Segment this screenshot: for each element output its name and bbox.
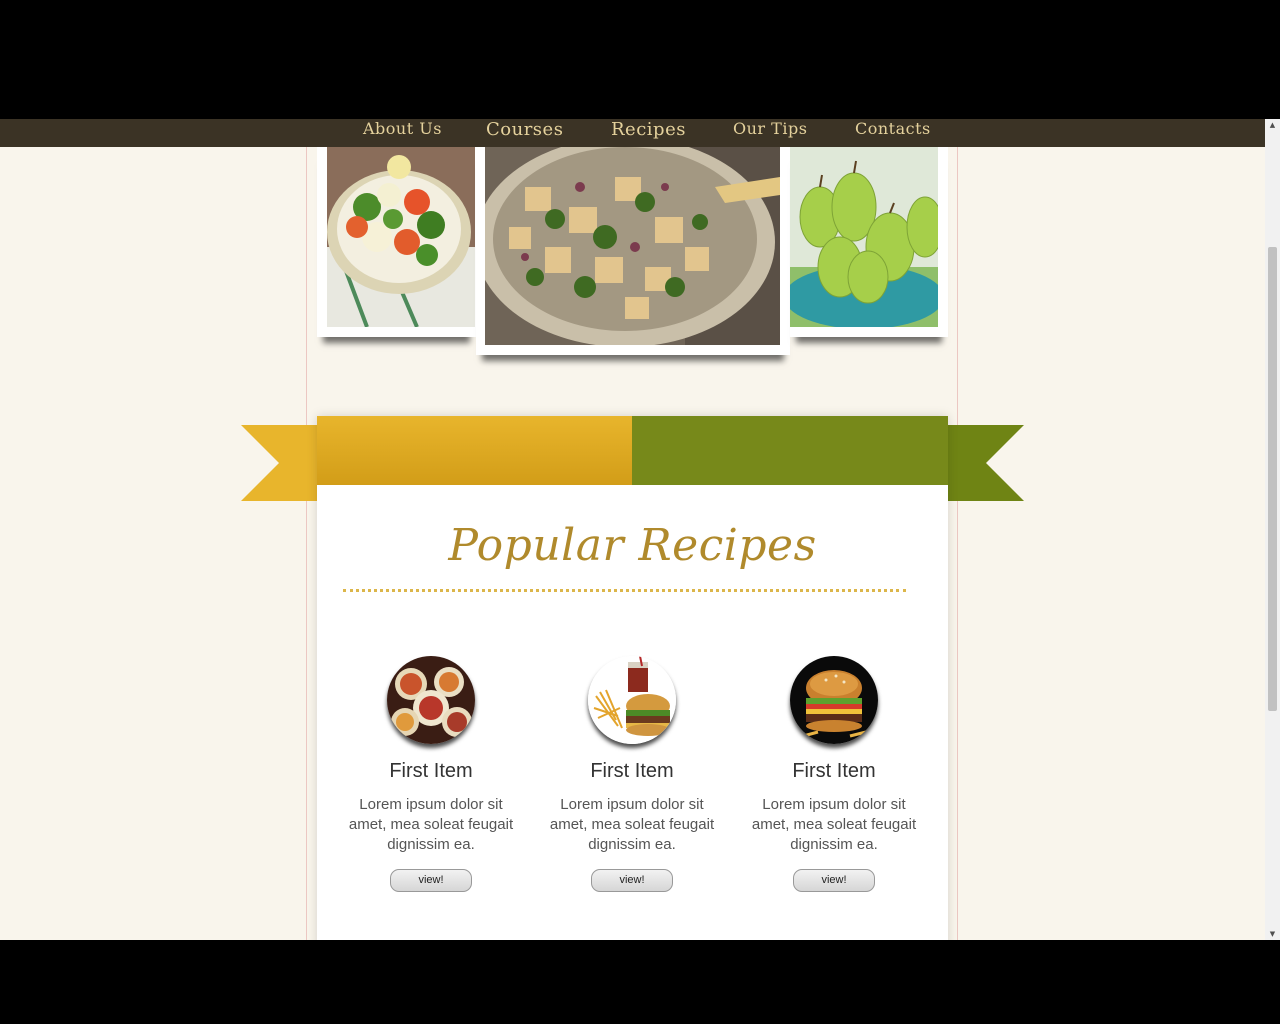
banner-green <box>632 416 948 485</box>
gallery-photo-vegetables[interactable] <box>317 147 476 337</box>
burger-fries-icon[interactable] <box>588 656 676 744</box>
popular-recipes-panel: Popular Recipes First Item Lorem ipsum d… <box>317 416 948 940</box>
top-nav: About Us Courses Recipes Our Tips Contac… <box>0 119 1265 147</box>
card-title: First Item <box>792 760 876 782</box>
gallery-photo-potato-salad[interactable] <box>476 147 790 355</box>
card-title: First Item <box>590 760 674 782</box>
recipe-card-2: First Item Lorem ipsum dolor sit amet, m… <box>537 656 727 892</box>
banner-gold <box>317 416 632 485</box>
seafood-platter-icon[interactable] <box>387 656 475 744</box>
nav-courses[interactable]: Courses <box>486 119 563 147</box>
cheeseburger-icon[interactable] <box>790 656 878 744</box>
browser-viewport: Popular Recipes First Item Lorem ipsum d… <box>0 119 1280 940</box>
view-button[interactable]: view! <box>591 869 673 892</box>
pears-bowl-image <box>790 147 938 327</box>
gallery-photo-pears[interactable] <box>790 147 948 337</box>
card-title: First Item <box>389 760 473 782</box>
section-title: Popular Recipes <box>448 520 817 571</box>
scroll-down-icon[interactable]: ▼ <box>1265 928 1280 940</box>
potato-salad-image <box>485 147 780 345</box>
recipe-card-3: First Item Lorem ipsum dolor sit amet, m… <box>739 656 929 892</box>
view-button[interactable]: view! <box>390 869 472 892</box>
card-description: Lorem ipsum dolor sit amet, mea soleat f… <box>549 796 715 853</box>
nav-our-tips[interactable]: Our Tips <box>733 119 807 147</box>
scroll-up-icon[interactable]: ▲ <box>1265 119 1280 131</box>
recipe-card-1: First Item Lorem ipsum dolor sit amet, m… <box>336 656 526 892</box>
view-button[interactable]: view! <box>793 869 875 892</box>
vegetables-bowl-image <box>327 147 475 327</box>
ribbon-left-tail <box>241 425 317 501</box>
ribbon-right-tail <box>948 425 1024 501</box>
card-description: Lorem ipsum dolor sit amet, mea soleat f… <box>751 796 917 853</box>
card-description: Lorem ipsum dolor sit amet, mea soleat f… <box>348 796 514 853</box>
nav-about-us[interactable]: About Us <box>363 119 442 147</box>
title-divider <box>343 589 906 592</box>
nav-contacts[interactable]: Contacts <box>855 119 931 147</box>
vertical-scrollbar[interactable]: ▲ ▼ <box>1265 119 1280 940</box>
scroll-thumb[interactable] <box>1268 247 1277 711</box>
nav-recipes[interactable]: Recipes <box>611 119 686 147</box>
screen: Popular Recipes First Item Lorem ipsum d… <box>0 0 1280 1024</box>
